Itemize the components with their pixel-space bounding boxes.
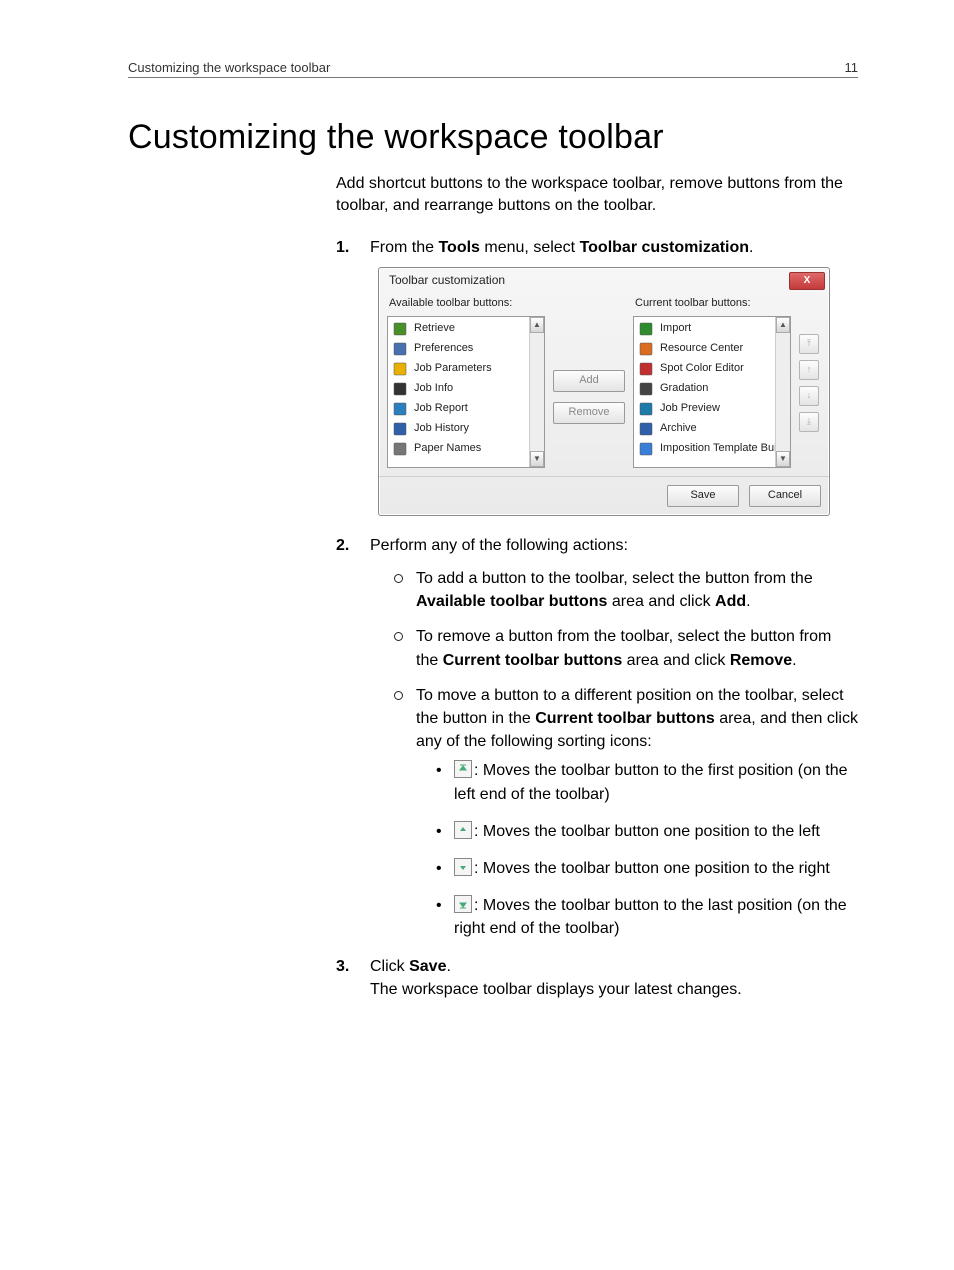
remove-button[interactable]: Remove (553, 402, 625, 424)
scroll-down-icon[interactable]: ▼ (776, 451, 790, 467)
item-label: Job Parameters (414, 361, 492, 377)
running-header: Customizing the workspace toolbar 11 (128, 60, 858, 78)
list-item[interactable]: Spot Color Editor (636, 359, 774, 379)
list-item[interactable]: Import (636, 319, 774, 339)
middle-buttons: Add Remove (553, 294, 625, 468)
list-item[interactable]: Paper Names (390, 439, 528, 459)
dialog-titlebar: Toolbar customization X (379, 268, 829, 290)
step2-move: To move a button to a different position… (394, 684, 858, 941)
steps-list: From the Tools menu, select Toolbar cust… (336, 236, 858, 1001)
move-up-button[interactable]: ↑ (799, 360, 819, 380)
list-item[interactable]: Imposition Template Builder (636, 439, 774, 459)
item-label: Resource Center (660, 341, 743, 357)
item-label: Import (660, 321, 691, 337)
item-label: Archive (660, 421, 697, 437)
scroll-up-icon[interactable]: ▲ (530, 317, 544, 333)
list-item[interactable]: Job History (390, 419, 528, 439)
item-label: Job Preview (660, 401, 720, 417)
step-1: From the Tools menu, select Toolbar cust… (336, 236, 858, 516)
item-icon (392, 361, 408, 377)
arrow-down-icon: ↓ (807, 389, 812, 402)
list-item[interactable]: Preferences (390, 339, 528, 359)
move-down-button[interactable]: ↓ (799, 386, 819, 406)
list-item[interactable]: Job Preview (636, 399, 774, 419)
step2-sublist: To add a button to the toolbar, select t… (394, 567, 858, 940)
item-icon (638, 341, 654, 357)
step2-remove: To remove a button from the toolbar, sel… (394, 625, 858, 671)
save-button[interactable]: Save (667, 485, 739, 507)
list-item[interactable]: Job Report (390, 399, 528, 419)
item-icon (638, 401, 654, 417)
arrow-top-icon: ⤒ (807, 337, 811, 350)
move-right-icon (454, 858, 472, 876)
list-item[interactable]: Retrieve (390, 319, 528, 339)
item-icon (638, 321, 654, 337)
item-icon (638, 381, 654, 397)
dialog-footer: Save Cancel (379, 476, 829, 515)
move-first-button[interactable]: ⤒ (799, 334, 819, 354)
list-item[interactable]: Job Parameters (390, 359, 528, 379)
scrollbar[interactable]: ▲ ▼ (529, 317, 544, 467)
arrow-up-icon: ↑ (807, 363, 812, 376)
close-icon: X (804, 274, 811, 289)
item-icon (392, 441, 408, 457)
item-icon (638, 441, 654, 457)
item-icon (638, 421, 654, 437)
available-label: Available toolbar buttons: (389, 296, 545, 312)
item-icon (392, 381, 408, 397)
available-listbox[interactable]: Retrieve Preferences Job Parameters Job Inf… (387, 316, 545, 468)
arrow-bottom-icon: ⤓ (807, 415, 811, 428)
item-label: Preferences (414, 341, 473, 357)
item-label: Paper Names (414, 441, 481, 457)
page: Customizing the workspace toolbar 11 Cus… (0, 0, 954, 1270)
current-label: Current toolbar buttons: (635, 296, 791, 312)
header-page-number: 11 (845, 60, 859, 75)
item-icon (392, 421, 408, 437)
list-item[interactable]: Archive (636, 419, 774, 439)
item-label: Retrieve (414, 321, 455, 337)
step3-result: The workspace toolbar displays your late… (370, 981, 742, 998)
item-label: Job History (414, 421, 469, 437)
item-label: Imposition Template Builder (660, 441, 791, 457)
available-column: Available toolbar buttons: Retrieve Prefe… (387, 294, 545, 468)
dialog-title: Toolbar customization (389, 272, 505, 289)
item-icon (392, 401, 408, 417)
intro-paragraph: Add shortcut buttons to the workspace to… (336, 173, 858, 218)
list-item[interactable]: Gradation (636, 379, 774, 399)
item-icon (638, 361, 654, 377)
step-2: Perform any of the following actions: To… (336, 534, 858, 941)
step-3: Click Save. The workspace toolbar displa… (336, 955, 858, 1001)
close-button[interactable]: X (789, 272, 825, 290)
icon-first: : Moves the toolbar button to the first … (436, 759, 858, 805)
move-last-button[interactable]: ⤓ (799, 412, 819, 432)
scroll-up-icon[interactable]: ▲ (776, 317, 790, 333)
cancel-button[interactable]: Cancel (749, 485, 821, 507)
body-column: Add shortcut buttons to the workspace to… (336, 173, 858, 1001)
toolbar-customization-dialog: Toolbar customization X Available toolba… (378, 267, 830, 516)
move-first-icon (454, 760, 472, 778)
icon-left: : Moves the toolbar button one position … (436, 820, 858, 843)
move-buttons: ⤒ ↑ ↓ ⤓ (799, 294, 819, 468)
scroll-down-icon[interactable]: ▼ (530, 451, 544, 467)
icon-right: : Moves the toolbar button one position … (436, 857, 858, 880)
add-button[interactable]: Add (553, 370, 625, 392)
list-item[interactable]: Job Info (390, 379, 528, 399)
move-last-icon (454, 895, 472, 913)
move-left-icon (454, 821, 472, 839)
step2-add: To add a button to the toolbar, select t… (394, 567, 858, 613)
item-label: Job Info (414, 381, 453, 397)
item-label: Job Report (414, 401, 468, 417)
header-left: Customizing the workspace toolbar (128, 60, 330, 75)
list-item[interactable]: Resource Center (636, 339, 774, 359)
item-label: Gradation (660, 381, 708, 397)
item-icon (392, 321, 408, 337)
scrollbar[interactable]: ▲ ▼ (775, 317, 790, 467)
icon-last: : Moves the toolbar button to the last p… (436, 894, 858, 940)
current-listbox[interactable]: Import Resource Center Spot Color Editor Gr… (633, 316, 791, 468)
item-icon (392, 341, 408, 357)
icon-bullets: : Moves the toolbar button to the first … (436, 759, 858, 940)
page-title: Customizing the workspace toolbar (128, 118, 858, 157)
current-column: Current toolbar buttons: Import Resource … (633, 294, 791, 468)
item-label: Spot Color Editor (660, 361, 744, 377)
